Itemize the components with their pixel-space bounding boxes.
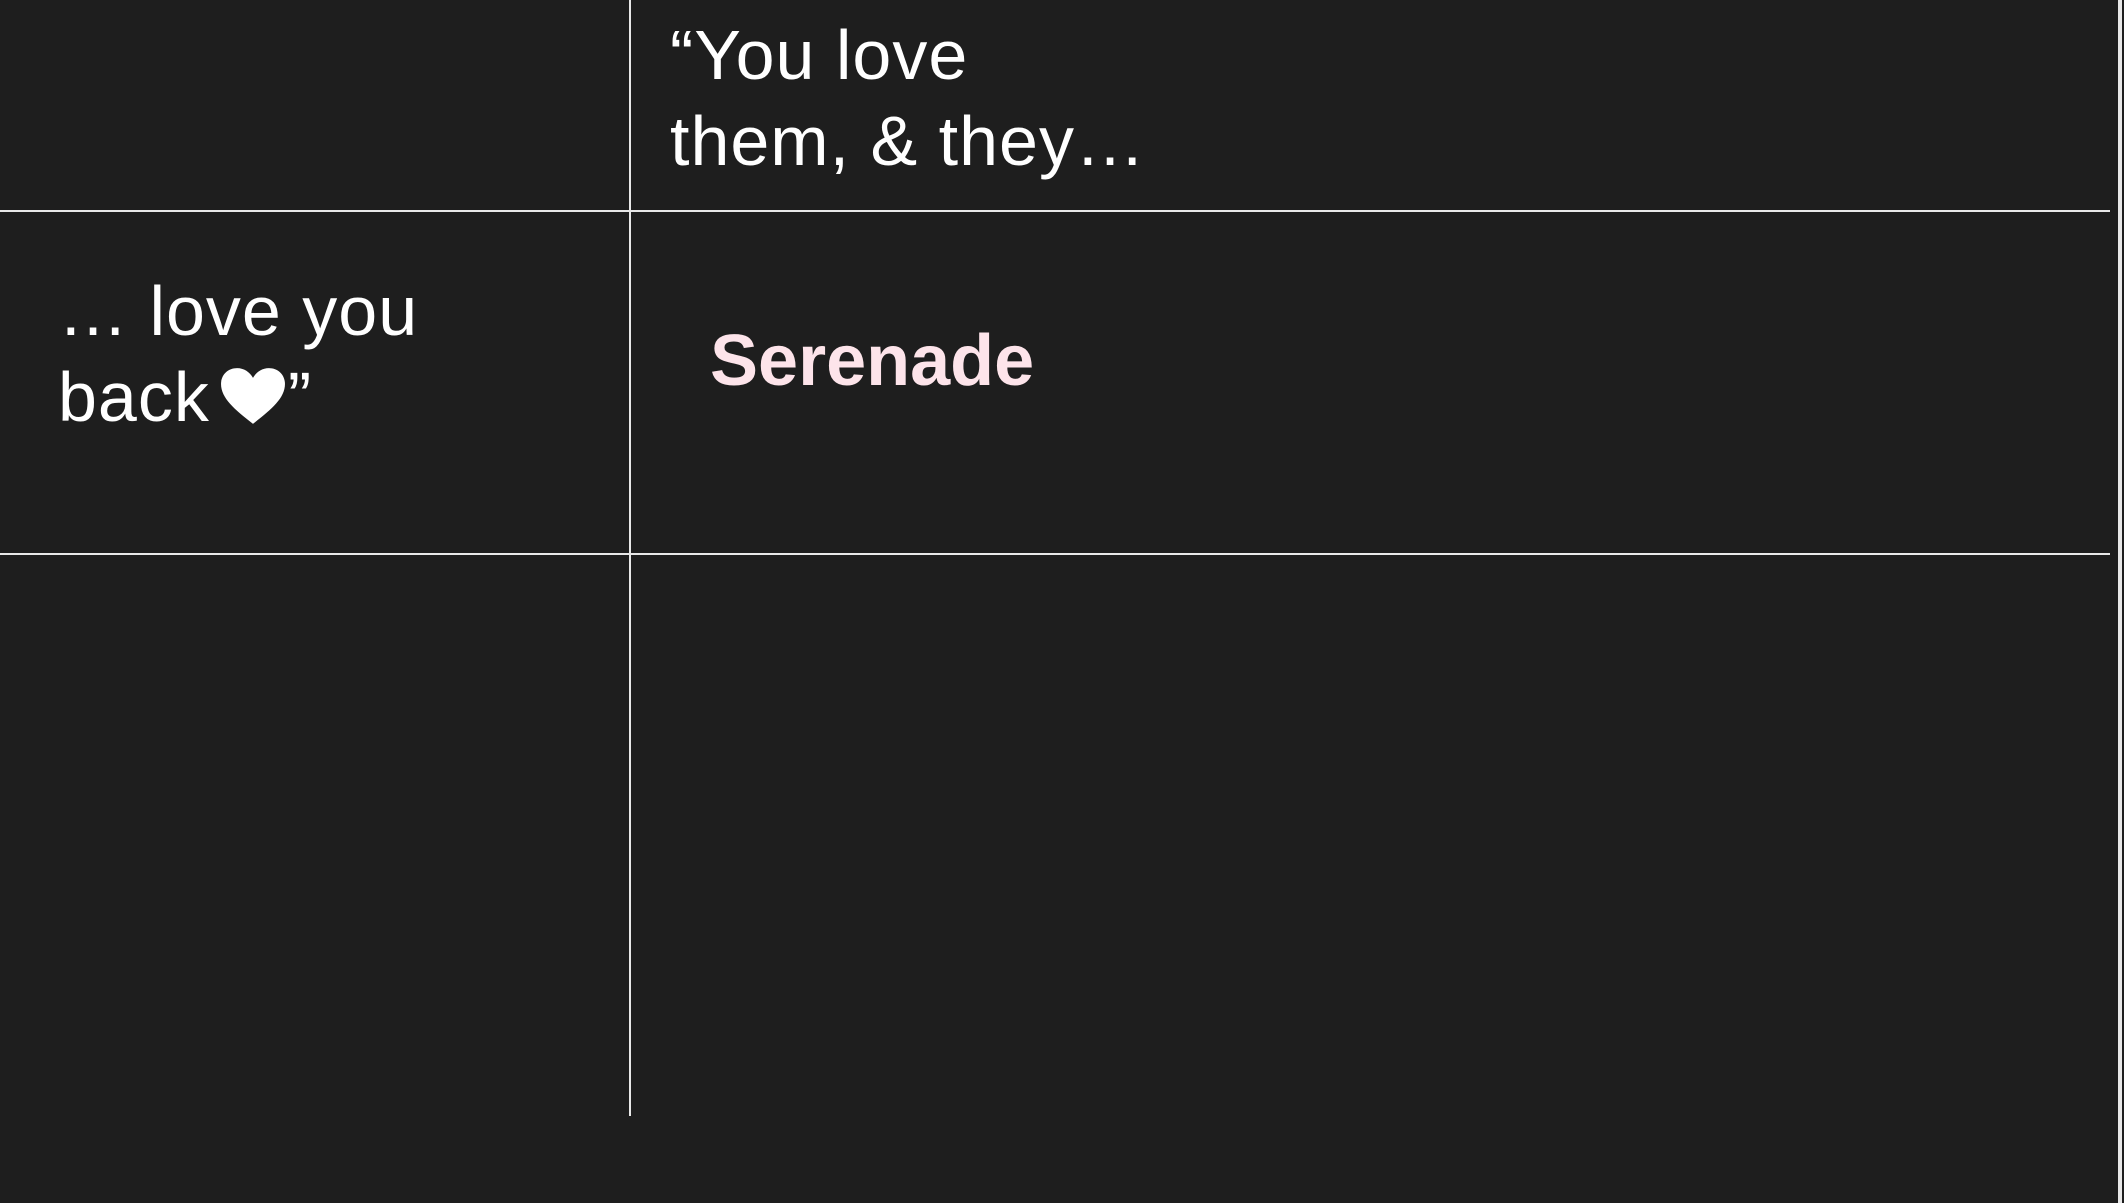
closing-quote-mark: ” [287, 358, 313, 436]
heart-icon [220, 367, 286, 425]
quote-closing-line-2: back ” [58, 354, 578, 440]
grid-line-horizontal-top [0, 210, 2110, 212]
quote-opening-line-2: them, & they… [670, 102, 1146, 180]
poster-page: “You love them, & they… … love you back ”… [0, 0, 2124, 1203]
quote-closing-line-1: … love you [58, 272, 419, 350]
grid-line-horizontal-bottom [0, 553, 2110, 555]
quote-closing-word: back [58, 358, 210, 436]
brand-name: Serenade [710, 321, 1035, 401]
grid-line-vertical [629, 0, 631, 1116]
quote-opening-line-1: “You love [670, 16, 969, 94]
quote-closing: … love you back ” [58, 268, 578, 440]
quote-opening: “You love them, & they… [670, 12, 1370, 184]
grid-line-right-edge [2118, 0, 2122, 1203]
